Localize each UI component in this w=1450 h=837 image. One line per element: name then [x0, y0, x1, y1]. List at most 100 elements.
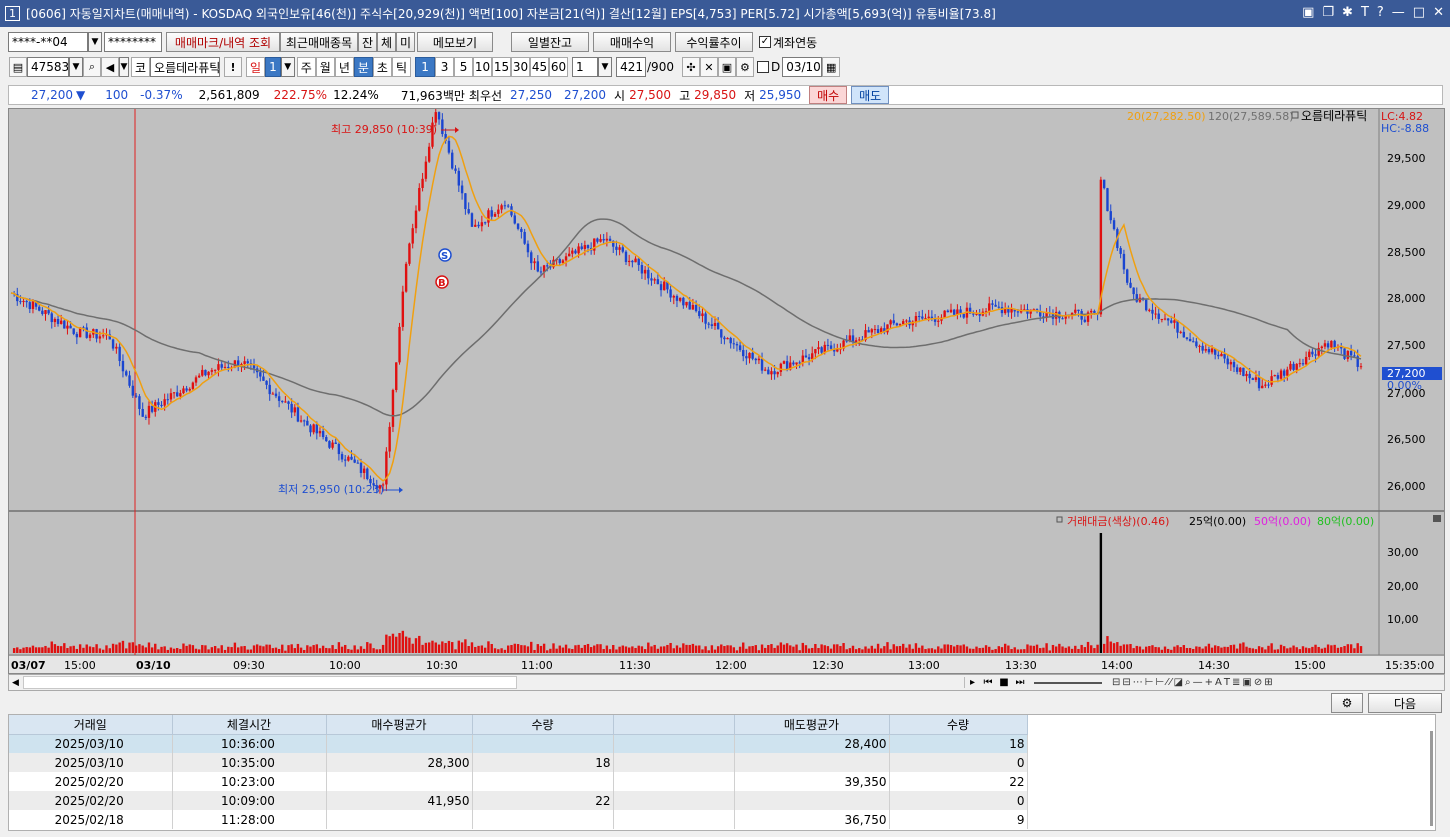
tool-icon[interactable]: ⊢ [1145, 677, 1154, 688]
period-second-tab[interactable]: 초 [372, 57, 392, 77]
date-input[interactable]: 03/10 [782, 57, 823, 77]
period-day-select[interactable]: 1 [265, 57, 281, 77]
period-tick-tab[interactable]: 틱 [391, 57, 412, 77]
search-icon[interactable]: ⌕ [83, 57, 101, 77]
chart-scrollbar[interactable]: ◀ ▸ ⏮ ■ ⏭ ⊟ ⊟ ⋯ ⊢ ⊢ ⁄ ⁄ ◪ ⌕ — + A T ≣ ▣ ⊘ ⊞ [8, 674, 1445, 691]
period-day-dropdown[interactable]: ▼ [280, 57, 295, 77]
interval-10[interactable]: 10 [473, 57, 493, 77]
vol-panel-close-icon[interactable] [1433, 515, 1441, 522]
buy-button[interactable]: 매수 [809, 86, 848, 104]
interval-15[interactable]: 15 [492, 57, 512, 77]
help-icon[interactable]: ? [1377, 5, 1384, 20]
col-buy-avg[interactable]: 매수평균가 [326, 715, 473, 735]
text-tool-icon[interactable]: A [1215, 677, 1222, 688]
query-button[interactable]: 매매마크/내역 조회 [166, 32, 280, 52]
return-trend-button[interactable]: 수익률추이 [675, 32, 753, 52]
zoom-in-icon[interactable]: + [1205, 677, 1213, 688]
grid-scrollbar[interactable] [1430, 731, 1433, 826]
period-day-tab[interactable]: 일 [246, 57, 266, 77]
restore-icon[interactable]: ❐ [1322, 5, 1334, 20]
link-checkbox[interactable]: ✓ [759, 36, 771, 48]
col-trade-date[interactable]: 거래일 [9, 715, 173, 735]
drawing-tools[interactable]: ⊟ ⊟ ⋯ ⊢ ⊢ ⁄ ⁄ ◪ ⌕ — + A T ≣ ▣ ⊘ ⊞ [1112, 676, 1444, 690]
scroll-left-icon[interactable]: ◀ [12, 678, 19, 688]
interval-3[interactable]: 3 [435, 57, 455, 77]
memo-button[interactable]: 메모보기 [417, 32, 493, 52]
period-year-tab[interactable]: 년 [334, 57, 354, 77]
chart-canvas[interactable]: 29,500 29,000 28,500 28,000 27,500 27,00… [9, 109, 1445, 674]
tool-icon[interactable]: ▣ [1242, 677, 1251, 688]
interval-1[interactable]: 1 [415, 57, 436, 77]
account-field[interactable]: ****-**04 [8, 32, 88, 52]
tool-icon[interactable]: ⊘ [1254, 677, 1262, 688]
count-input[interactable]: 421 [616, 57, 647, 77]
date-checkbox[interactable] [756, 61, 769, 73]
tab-unexecuted[interactable]: 미 [396, 32, 415, 52]
interval-45[interactable]: 45 [530, 57, 550, 77]
font-icon[interactable]: T [1361, 5, 1369, 20]
layout-icon[interactable]: ▣ [1302, 5, 1314, 20]
table-row[interactable]: 2025/03/10 10:36:00 28,400 18 [9, 734, 1028, 753]
tool-icon[interactable]: ⋯ [1133, 677, 1143, 688]
interval-60[interactable]: 60 [549, 57, 569, 77]
maximize-icon[interactable]: □ [1413, 5, 1425, 20]
table-row[interactable]: 2025/02/18 11:28:00 36,750 9 [9, 810, 1028, 829]
save-icon[interactable]: ▣ [717, 57, 736, 77]
zoom-slider[interactable] [1034, 681, 1102, 684]
col-buy-qty[interactable]: 수량 [472, 715, 614, 735]
tool-icon[interactable]: ≣ [1232, 677, 1240, 688]
tool-icon[interactable]: ⊟ [1122, 677, 1130, 688]
col-sell-qty[interactable]: 수량 [889, 715, 1028, 735]
recent-stocks-button[interactable]: 최근매매종목 [280, 32, 358, 52]
interval-5[interactable]: 5 [454, 57, 474, 77]
grid-settings-gear-icon[interactable]: ⚙ [1331, 693, 1363, 713]
tool-icon[interactable]: ◪ [1174, 677, 1183, 688]
pin-icon[interactable]: ✱ [1342, 5, 1353, 20]
tool-icon[interactable]: ⊟ [1112, 677, 1120, 688]
password-field[interactable]: ******** [104, 32, 162, 52]
period-month-tab[interactable]: 월 [315, 57, 335, 77]
scroll-right-icon[interactable]: ▸ [964, 677, 980, 688]
tool-icon[interactable]: ⌕ [1185, 677, 1191, 688]
first-icon[interactable]: ⏮ [980, 677, 996, 688]
account-dropdown[interactable]: ▼ [88, 32, 102, 52]
table-row[interactable]: 2025/02/20 10:09:00 41,950 22 0 [9, 791, 1028, 810]
chart-area[interactable]: 29,500 29,000 28,500 28,000 27,500 27,00… [8, 108, 1445, 674]
stock-code-dropdown[interactable]: ▼ [69, 57, 83, 77]
next-button[interactable]: 다음 [1368, 693, 1442, 713]
tool-icon[interactable]: ⊞ [1264, 677, 1272, 688]
tool-icon[interactable]: ⁄ [1170, 677, 1172, 688]
zoom-out-icon[interactable]: — [1193, 677, 1203, 688]
scroll-thumb[interactable] [22, 676, 517, 689]
tool-icon[interactable]: ⊢ [1156, 677, 1165, 688]
alert-icon[interactable]: ! [224, 57, 243, 77]
count-select[interactable]: 1 [572, 57, 599, 77]
tab-balance[interactable]: 잔 [358, 32, 377, 52]
table-row[interactable]: 2025/03/10 10:35:00 28,300 18 0 [9, 753, 1028, 772]
close-icon[interactable]: ✕ [1433, 5, 1444, 20]
tools-icon[interactable]: ✕ [699, 57, 718, 77]
stock-search-icon[interactable]: ▤ [9, 57, 27, 77]
daily-balance-button[interactable]: 일별잔고 [511, 32, 589, 52]
stop-icon[interactable]: ■ [996, 677, 1012, 688]
calendar-icon[interactable]: ▦ [822, 57, 841, 77]
col-exec-time[interactable]: 체결시간 [172, 715, 327, 735]
last-icon[interactable]: ⏭ [1012, 677, 1028, 688]
period-minute-tab[interactable]: 분 [353, 57, 373, 77]
tool-icon[interactable]: ⁄ [1166, 677, 1168, 688]
tab-executed[interactable]: 체 [377, 32, 396, 52]
table-row[interactable]: 2025/02/20 10:23:00 39,350 22 [9, 772, 1028, 791]
gear-icon[interactable]: ⚙ [735, 57, 754, 77]
sell-button[interactable]: 매도 [851, 86, 890, 104]
period-week-tab[interactable]: 주 [296, 57, 316, 77]
minimize-icon[interactable]: — [1392, 5, 1405, 20]
col-sell-avg[interactable]: 매도평균가 [734, 715, 890, 735]
indicator-icon[interactable]: ✣ [681, 57, 700, 77]
count-select-dropdown[interactable]: ▼ [598, 57, 613, 77]
stock-code-input[interactable]: 475830 [27, 57, 69, 77]
speaker-dropdown[interactable]: ▼ [119, 57, 129, 77]
interval-30[interactable]: 30 [511, 57, 531, 77]
trade-profit-button[interactable]: 매매수익 [593, 32, 671, 52]
vol-legend-toggle-icon[interactable] [1056, 516, 1063, 523]
tool-icon[interactable]: T [1224, 677, 1230, 688]
